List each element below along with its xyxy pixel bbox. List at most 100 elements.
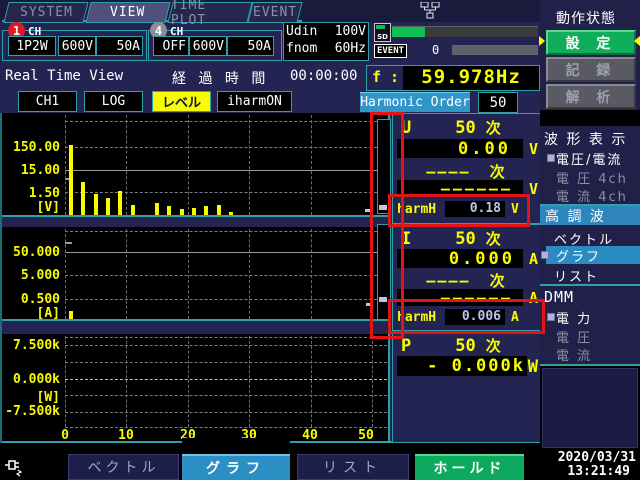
bottom-button-hold[interactable]: ホールド — [415, 454, 524, 480]
frequency-box: f : 59.978Hz — [366, 65, 540, 91]
channel-select-button[interactable]: CH1 — [18, 91, 77, 112]
waveform-section-title: 波 形 表 示 — [544, 132, 628, 148]
u-ytick-15: 15.00 — [20, 163, 60, 178]
i-readout-title: I 50 次 — [401, 228, 501, 249]
i-harmh-label: harmH — [397, 310, 437, 325]
sidebar-item-current-4ch[interactable]: 電 流 4ch — [556, 186, 628, 205]
event-label-badge: EVENT — [374, 44, 407, 58]
sd-card-icon: SD — [374, 23, 391, 42]
u-readout-title: U 50 次 — [401, 117, 501, 138]
tab-time-plot[interactable]: TIME PLOT — [167, 0, 253, 28]
xtick-40: 40 — [302, 428, 318, 443]
i-dash-order-row: –––– 次 — [426, 272, 507, 290]
bottom-button-graph[interactable]: グラフ — [182, 454, 290, 480]
tab-system[interactable]: SYSTEM — [3, 2, 89, 23]
current-chart-baseline — [2, 319, 390, 321]
sd-usage-fill — [392, 27, 425, 37]
sidebar-button-settings[interactable]: 設 定 — [546, 30, 636, 55]
u-dash-value: –––––– — [397, 180, 523, 198]
network-icon — [420, 2, 440, 19]
tab-event[interactable]: EVENT — [247, 2, 303, 23]
u-harmonic-scrollbar[interactable] — [377, 119, 391, 214]
i-dash-value: –––––– — [397, 289, 523, 307]
sidebar-item-dmm-current[interactable]: 電 流 — [556, 345, 592, 364]
ch1-wiring-box: 1P2W — [8, 36, 56, 56]
i-ytick-50: 50.000 — [13, 245, 60, 260]
view-mode-label: Real Time View — [5, 68, 124, 84]
harmonic-order-value[interactable]: 50 — [478, 92, 518, 113]
ch1-current-range-box: 50A — [96, 36, 143, 56]
bottom-button-list[interactable]: リスト — [297, 454, 409, 480]
sidebar-item-voltage-4ch[interactable]: 電 圧 4ch — [556, 168, 628, 187]
fnom-label: fnom — [286, 41, 318, 56]
sidebar-item-dmm-voltage[interactable]: 電 圧 — [556, 327, 592, 346]
udin-row: Udin 100V — [284, 23, 368, 40]
p-readout-title: P 50 次 — [401, 335, 501, 356]
nominal-settings-box: Udin 100V fnom 60Hz — [283, 22, 369, 61]
i-harmh-value: 0.006 — [445, 309, 505, 325]
i-harmh-unit: A — [511, 310, 519, 325]
dmm-selected-bullet-icon — [547, 313, 555, 321]
waveform-selected-bullet-icon — [547, 154, 555, 162]
p-unit-label: [W] — [36, 390, 60, 405]
i-order-unit: A — [528, 250, 538, 268]
i-dash-unit: A — [528, 289, 538, 307]
status-time: 13:21:49 — [567, 464, 630, 479]
u-order-unit: V — [528, 140, 538, 158]
sidebar-item-power[interactable]: 電 力 — [556, 308, 592, 327]
power-analyzer-screen: SYSTEM VIEW TIME PLOT EVENT 1 CH 1P2W 60… — [0, 0, 640, 480]
frequency-label: f : — [372, 68, 400, 86]
p-ytick-neg7.5k: -7.500k — [5, 404, 60, 419]
sidebar-empty-panel — [542, 368, 638, 448]
xtick-10: 10 — [118, 428, 134, 443]
u-harmh-label: harmH — [397, 202, 437, 217]
status-date: 2020/03/31 — [557, 450, 636, 465]
ch4-current-range-box: 50A — [227, 36, 274, 56]
ch4-mode-box: OFF — [153, 36, 189, 56]
u-unit-label: [V] — [36, 200, 60, 215]
bottom-button-vector[interactable]: ベクトル — [68, 454, 179, 480]
sidebar-button-record[interactable]: 記 録 — [546, 57, 636, 82]
u-range-tick — [65, 178, 72, 180]
probe-connector-icon — [5, 460, 23, 477]
sidebar-item-graph[interactable]: グラフ — [546, 246, 640, 265]
dmm-section-title: DMM — [544, 288, 575, 306]
elapsed-time-label: 経 過 時 間 — [172, 71, 270, 87]
u-harmh-unit: V — [511, 202, 519, 217]
log-scale-button[interactable]: LOG — [84, 91, 143, 112]
voltage-readout-panel: U 50 次 0.00 V –––– 次 –––––– V harmH 0.18… — [392, 113, 541, 224]
p-order-value: - 0.000k — [397, 356, 527, 376]
status-section-title: 動作状態 — [556, 11, 616, 27]
i-harmonic-scrollbar[interactable] — [377, 224, 391, 320]
i-unit-label: [A] — [36, 306, 60, 321]
udin-label: Udin — [286, 24, 318, 39]
sidebar-item-list[interactable]: リスト — [554, 266, 599, 285]
i-ytick-0.5: 0.500 — [20, 292, 60, 307]
u-harmh-value: 0.18 — [445, 201, 505, 217]
i-range-tick — [65, 242, 72, 244]
p-order-unit: W — [527, 357, 538, 377]
i-cursor-marker — [366, 303, 372, 306]
settings-right-arrow-icon — [634, 36, 640, 46]
tab-view[interactable]: VIEW — [85, 2, 171, 23]
graph-selected-bullet-icon — [541, 251, 549, 259]
p-ytick-7.5k: 7.500k — [13, 338, 60, 353]
sidebar-button-analyze[interactable]: 解 析 — [546, 84, 636, 109]
iharm-button[interactable]: iharmON — [217, 91, 292, 112]
event-count: 0 — [432, 43, 440, 57]
u-ytick-1.5: 1.50 — [28, 186, 60, 201]
u-order-value: 0.00 — [397, 139, 523, 159]
u-scroll-thumb[interactable] — [379, 205, 387, 210]
harmonic-order-button[interactable]: Harmonic Order — [360, 92, 470, 112]
settings-left-arrow-icon — [539, 36, 545, 46]
harmonics-section-header: 高 調 波 — [540, 206, 640, 225]
frequency-value: 59.978Hz — [403, 66, 539, 90]
level-mode-button[interactable]: レベル — [152, 91, 211, 112]
event-bar — [452, 45, 538, 55]
u-cursor-marker — [365, 209, 373, 212]
i-ytick-5: 5.000 — [20, 268, 60, 283]
i-scroll-thumb[interactable] — [379, 297, 387, 302]
u-ytick-150: 150.00 — [13, 140, 60, 155]
sidebar-item-voltage-current[interactable]: 電圧/電流 — [556, 149, 622, 168]
udin-value: 100V — [334, 24, 366, 39]
